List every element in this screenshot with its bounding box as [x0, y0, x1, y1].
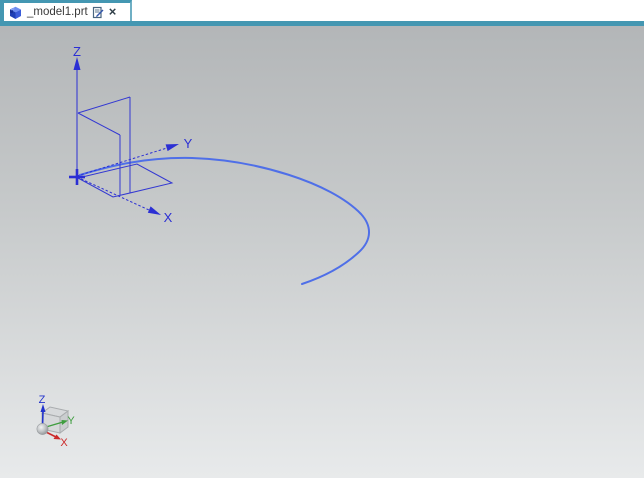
tab-model1-prt[interactable]: _model1.prt × [0, 0, 132, 21]
triad-axis-x: X [43, 430, 68, 449]
geometry-canvas: Z Y X Y Z X [36, 44, 370, 449]
axis-z[interactable]: Z [73, 44, 81, 177]
origin-cross[interactable] [69, 169, 85, 185]
part-icon [8, 4, 23, 20]
tab-bar: _model1.prt × [0, 0, 644, 26]
tab-label: _model1.prt [27, 5, 88, 18]
triad-label-x: X [60, 437, 68, 449]
axis-label-x: X [164, 210, 173, 225]
view-triad[interactable]: Y Z X [36, 394, 75, 449]
triad-label-y: Y [67, 415, 75, 427]
modified-indicator-icon [92, 6, 104, 19]
sketch-wireframe[interactable] [76, 96, 174, 198]
datum-csys[interactable]: Z Y X [69, 44, 193, 225]
close-icon[interactable]: × [108, 5, 118, 18]
axis-label-y: Y [184, 136, 193, 151]
triad-label-z: Z [39, 394, 46, 406]
graphics-window[interactable]: Z Y X Y Z X [0, 26, 644, 478]
view-triad-sphere [36, 423, 49, 435]
axis-x[interactable]: X [76, 176, 173, 225]
axis-arrowhead-x [147, 206, 161, 215]
helix-curve[interactable] [79, 156, 370, 285]
axis-label-z: Z [73, 44, 81, 59]
axis-arrowhead-y [165, 144, 179, 152]
